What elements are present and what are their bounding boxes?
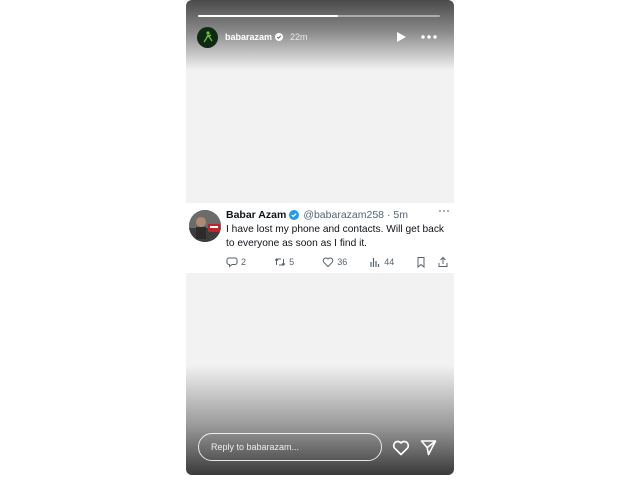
more-icon[interactable] bbox=[421, 35, 437, 39]
verified-badge-icon bbox=[275, 33, 284, 41]
verified-badge-icon bbox=[289, 210, 300, 220]
share-action[interactable] bbox=[437, 256, 452, 268]
story-username[interactable]: babarazam bbox=[225, 32, 272, 42]
share-icon bbox=[438, 256, 448, 267]
story-progress-fill bbox=[198, 15, 339, 17]
story-time: 22m bbox=[290, 32, 308, 42]
tweet-actions: 2 5 36 44 bbox=[226, 255, 452, 269]
tweet-more-icon[interactable] bbox=[438, 209, 450, 213]
reply-count: 2 bbox=[241, 257, 247, 267]
retweet-icon bbox=[274, 258, 286, 266]
views-count: 44 bbox=[384, 257, 395, 267]
retweet-action[interactable]: 5 bbox=[274, 256, 322, 268]
story-header: babarazam 22m bbox=[197, 26, 443, 48]
profile-avatar[interactable] bbox=[197, 26, 218, 48]
reply-placeholder: Reply to babarazam... bbox=[211, 442, 300, 452]
tweet-handle-time: @babarazam258 · 5m bbox=[303, 209, 408, 221]
tweet-author-name[interactable]: Babar Azam bbox=[226, 209, 286, 221]
tweet-avatar[interactable] bbox=[189, 210, 221, 242]
tweet-header: Babar Azam @babarazam258 · 5m bbox=[226, 209, 408, 221]
avatar-figure-icon bbox=[202, 31, 213, 43]
bookmark-action[interactable] bbox=[415, 256, 437, 268]
story-viewer: babarazam 22m Babar Azam @babarazam258 ·… bbox=[186, 0, 454, 475]
heart-icon[interactable] bbox=[392, 439, 410, 456]
like-action[interactable]: 36 bbox=[322, 256, 369, 268]
reply-icon bbox=[226, 257, 238, 268]
story-progress-bar bbox=[198, 15, 440, 17]
retweet-count: 5 bbox=[289, 257, 295, 267]
tweet-card[interactable]: Babar Azam @babarazam258 · 5m I have los… bbox=[186, 203, 454, 273]
tweet-text: I have lost my phone and contacts. Will … bbox=[226, 224, 445, 249]
views-icon bbox=[370, 258, 380, 267]
tweet-avatar-photo bbox=[189, 210, 221, 242]
reply-input[interactable]: Reply to babarazam... bbox=[198, 433, 382, 461]
play-icon[interactable] bbox=[395, 31, 407, 43]
like-count: 36 bbox=[337, 257, 348, 267]
bookmark-icon bbox=[417, 257, 425, 268]
views-action[interactable]: 44 bbox=[369, 256, 415, 268]
like-icon bbox=[322, 257, 334, 268]
send-icon[interactable] bbox=[420, 439, 437, 456]
reply-action[interactable]: 2 bbox=[226, 256, 274, 268]
